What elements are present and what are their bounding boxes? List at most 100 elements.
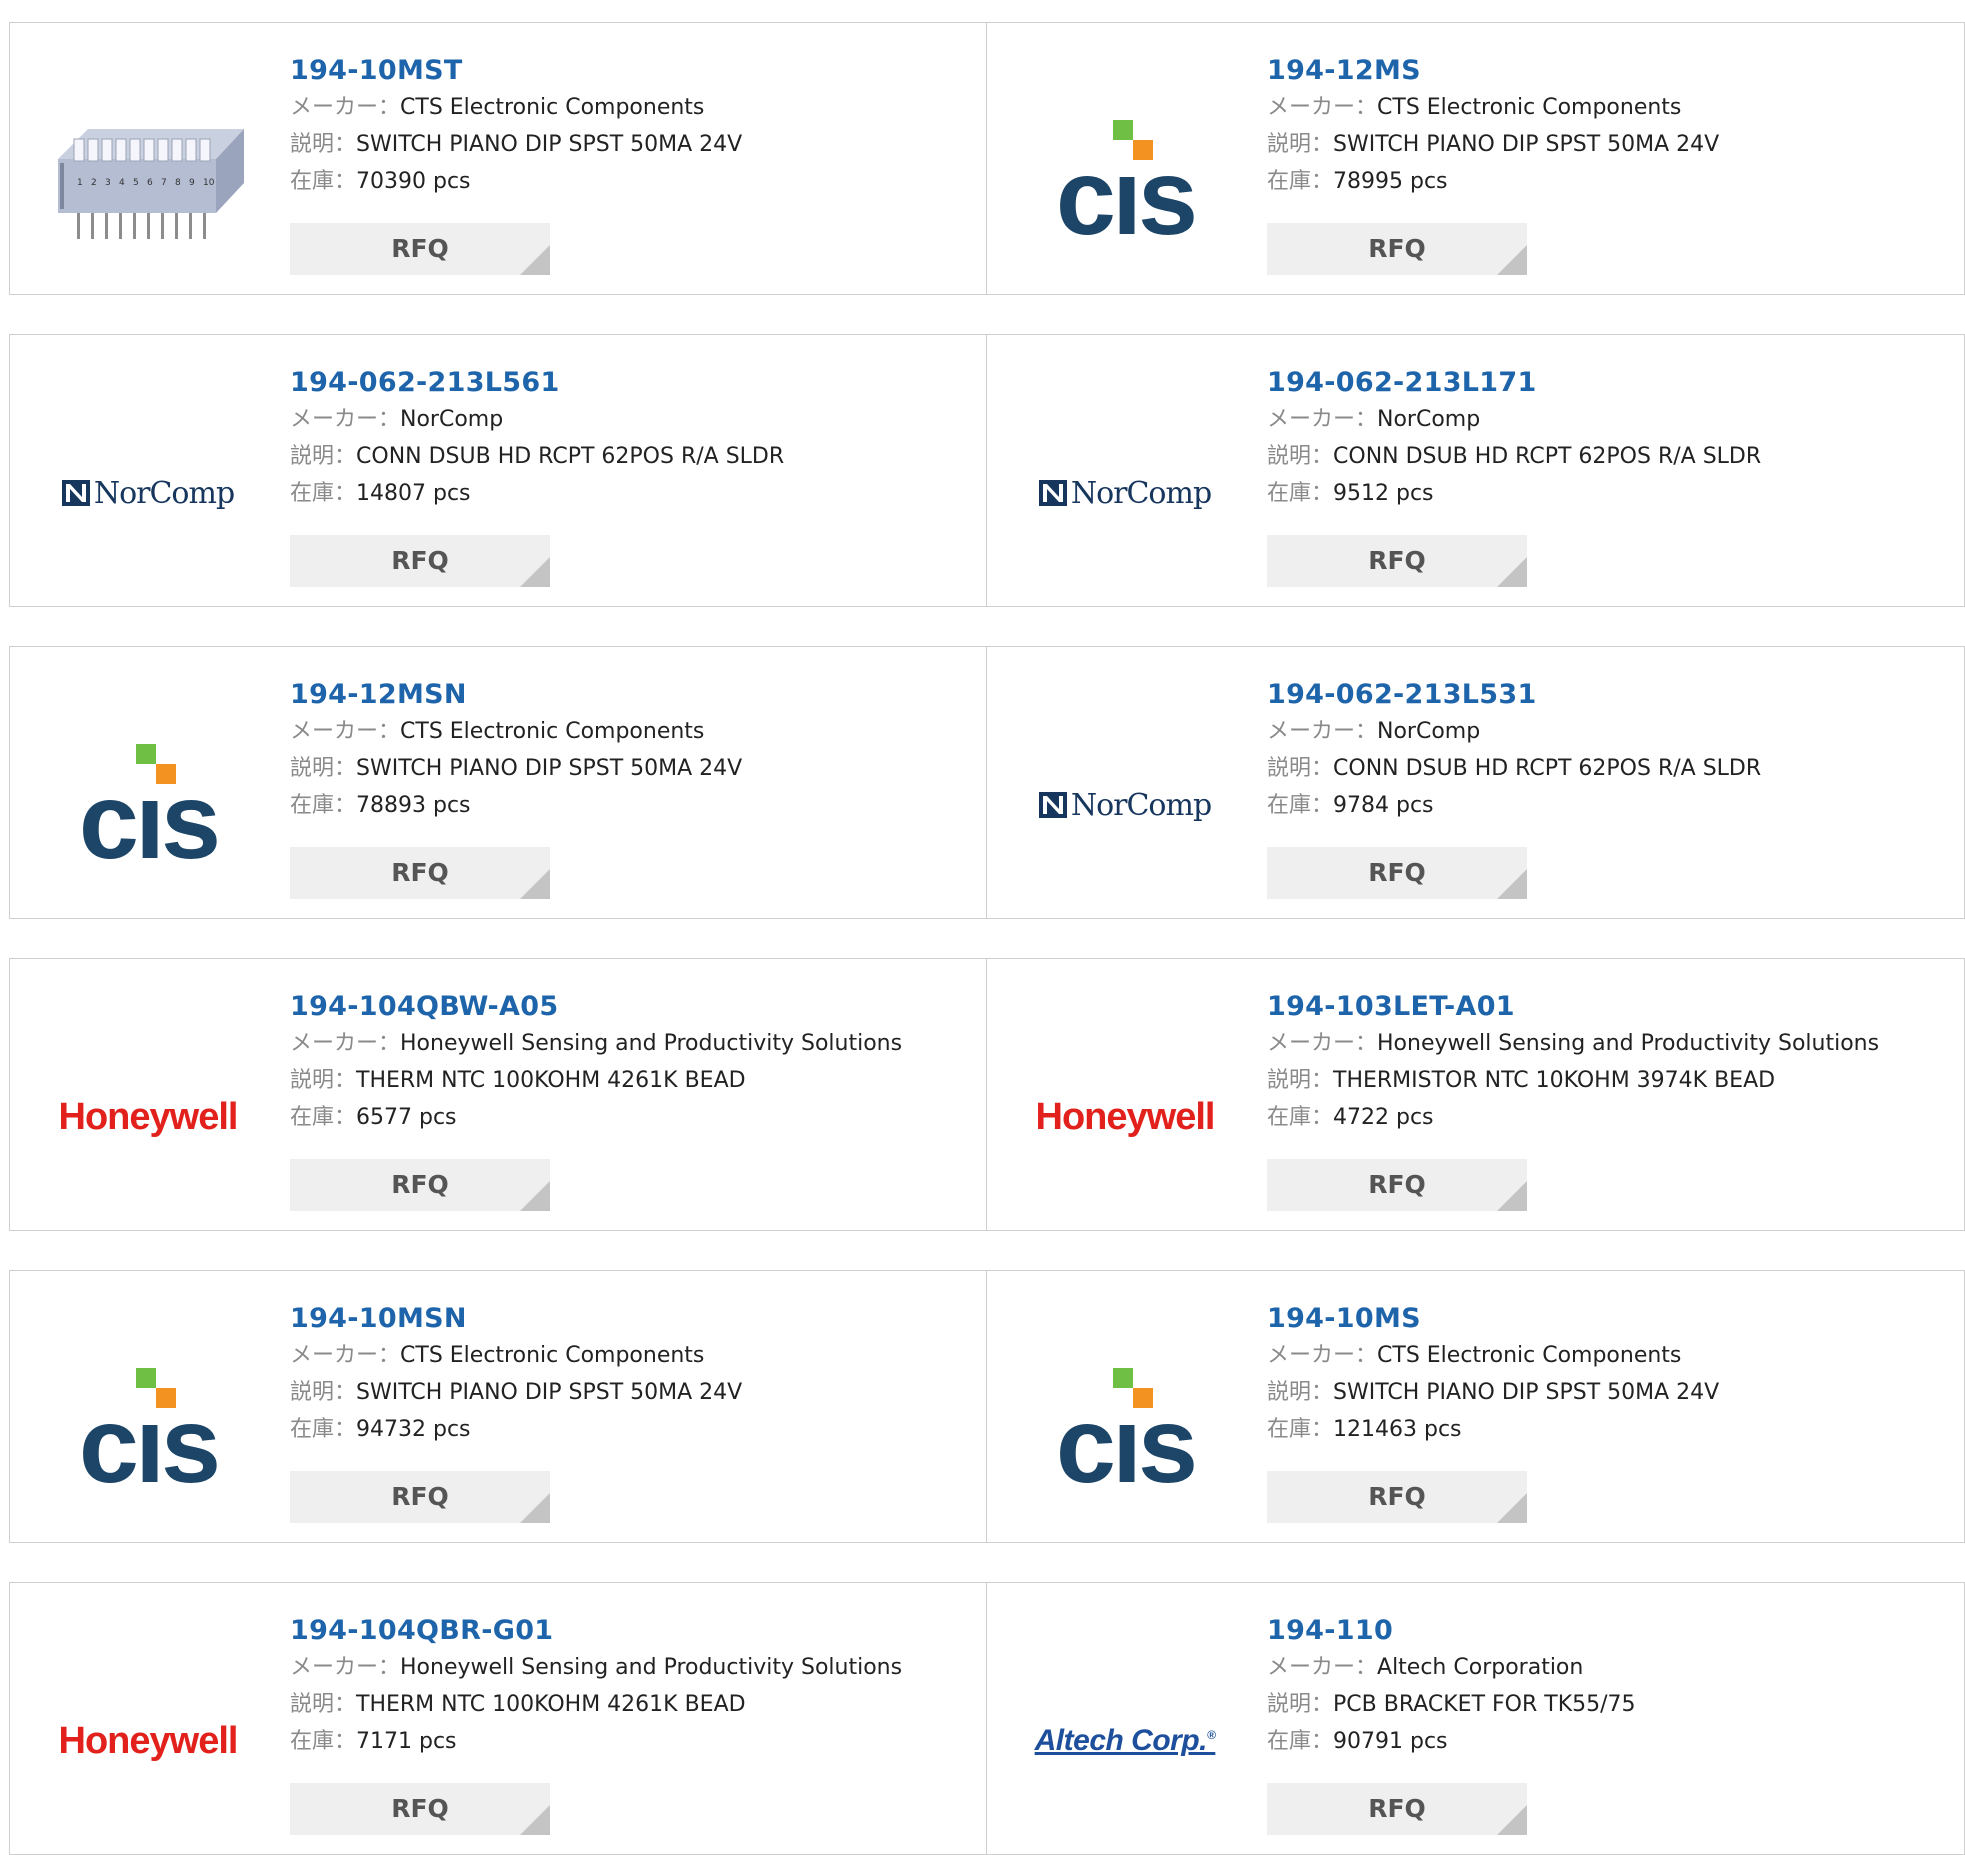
description-value: CONN DSUB HD RCPT 62POS R/A SLDR [1333,444,1762,469]
part-number-link[interactable]: 194-062-213L561 [290,365,976,401]
part-number-link[interactable]: 194-12MSN [290,677,976,713]
rfq-button[interactable]: RFQ [290,1471,550,1523]
description-row: 説明：SWITCH PIANO DIP SPST 50MA 24V [1267,1374,1954,1411]
rfq-button[interactable]: RFQ [1267,1159,1527,1211]
part-number-link[interactable]: 194-12MS [1267,53,1954,89]
manufacturer-value: Honeywell Sensing and Productivity Solut… [400,1031,903,1056]
product-image[interactable]: NorComp [1025,393,1225,593]
product-image[interactable]: NorComp [48,393,248,593]
manufacturer-label: メーカー： [290,719,401,744]
rfq-button[interactable]: RFQ [1267,847,1527,899]
product-card: Honeywell 194-104QBR-G01 メーカー：Honeywell Se… [9,1582,987,1855]
product-row: NorComp 194-062-213L561 メーカー：NorComp 説明：CON… [9,334,1965,607]
product-image[interactable]: NorComp [1025,705,1225,905]
manufacturer-value: Altech Corporation [1377,1655,1584,1680]
description-row: 説明：SWITCH PIANO DIP SPST 50MA 24V [290,1374,976,1411]
description-label: 説明： [290,1380,357,1405]
svg-text:cıs: cıs [79,1384,217,1494]
svg-text:cıs: cıs [79,760,217,870]
description-label: 説明： [290,132,357,157]
part-number-link[interactable]: 194-10MS [1267,1301,1954,1337]
dip-switch-photo: 1 2 3 4 5 6 7 8 9 10 [58,129,244,239]
product-info: 194-104QBR-G01 メーカー：Honeywell Sensing and… [290,1613,976,1760]
stock-value: 121463 pcs [1333,1417,1462,1442]
svg-text:2: 2 [91,178,97,188]
product-image[interactable]: cıs [48,1329,248,1529]
product-image[interactable]: Honeywell [1025,1017,1225,1217]
product-info: 194-12MS メーカー：CTS Electronic Components 説明… [1267,53,1954,200]
norcomp-mark-icon [1038,792,1067,818]
stock-row: 在庫：94732 pcs [290,1411,976,1448]
stock-row: 在庫：6577 pcs [290,1099,976,1136]
cts-logo: cıs [1056,120,1198,246]
svg-text:8: 8 [175,178,181,188]
manufacturer-label: メーカー： [1267,1343,1378,1368]
product-image[interactable]: Honeywell [48,1641,248,1841]
product-image[interactable]: Honeywell [48,1017,248,1217]
part-number-link[interactable]: 194-104QBW-A05 [290,989,976,1025]
part-number-link[interactable]: 194-103LET-A01 [1267,989,1954,1025]
product-image[interactable]: Altech Corp.® [1025,1641,1225,1841]
description-label: 説明： [1267,1692,1334,1717]
stock-label: 在庫： [290,1417,357,1442]
description-label: 説明： [1267,1068,1334,1093]
cts-logo: cıs [79,1368,221,1494]
altech-logo: Altech Corp.® [1035,1724,1216,1758]
stock-value: 78995 pcs [1333,169,1448,194]
svg-text:4: 4 [119,178,125,188]
rfq-button[interactable]: RFQ [1267,1471,1527,1523]
manufacturer-row: メーカー：CTS Electronic Components [290,713,976,750]
product-row: Honeywell 194-104QBW-A05 メーカー：Honeywell Se… [9,958,1965,1231]
rfq-button[interactable]: RFQ [1267,1783,1527,1835]
manufacturer-row: メーカー：CTS Electronic Components [290,1337,976,1374]
manufacturer-label: メーカー： [290,1655,401,1680]
manufacturer-value: CTS Electronic Components [1377,95,1682,120]
rfq-button[interactable]: RFQ [290,223,550,275]
product-image[interactable]: 1 2 3 4 5 6 7 8 9 10 [48,81,248,281]
rfq-button[interactable]: RFQ [290,1783,550,1835]
svg-text:6: 6 [147,178,153,188]
manufacturer-label: メーカー： [290,95,401,120]
part-number-link[interactable]: 194-10MSN [290,1301,976,1337]
stock-label: 在庫： [290,481,357,506]
norcomp-wordmark: NorComp [1070,787,1212,823]
rfq-button[interactable]: RFQ [290,847,550,899]
rfq-button[interactable]: RFQ [1267,223,1527,275]
description-value: PCB BRACKET FOR TK55/75 [1333,1692,1636,1717]
description-label: 説明： [290,756,357,781]
rfq-button[interactable]: RFQ [290,535,550,587]
part-number-link[interactable]: 194-062-213L531 [1267,677,1954,713]
product-image[interactable]: cıs [1025,81,1225,281]
part-number-link[interactable]: 194-104QBR-G01 [290,1613,976,1649]
svg-text:9: 9 [189,178,195,188]
stock-row: 在庫：9512 pcs [1267,475,1954,512]
norcomp-logo: NorComp [61,476,235,511]
svg-text:5: 5 [133,178,139,188]
description-row: 説明：PCB BRACKET FOR TK55/75 [1267,1686,1954,1723]
stock-label: 在庫： [1267,1729,1334,1754]
manufacturer-label: メーカー： [1267,95,1378,120]
stock-row: 在庫：4722 pcs [1267,1099,1954,1136]
part-number-link[interactable]: 194-062-213L171 [1267,365,1954,401]
description-label: 説明： [1267,132,1334,157]
rfq-button[interactable]: RFQ [1267,535,1527,587]
stock-label: 在庫： [1267,481,1334,506]
manufacturer-row: メーカー：Altech Corporation [1267,1649,1954,1686]
rfq-button[interactable]: RFQ [290,1159,550,1211]
product-info: 194-062-213L531 メーカー：NorComp 説明：CONN DSUB … [1267,677,1954,824]
product-card: cıs 194-12MSN メーカー：CTS Electronic Componen… [9,646,987,919]
manufacturer-label: メーカー： [1267,1655,1378,1680]
product-image[interactable]: cıs [1025,1329,1225,1529]
part-number-link[interactable]: 194-10MST [290,53,976,89]
manufacturer-value: CTS Electronic Components [400,1343,705,1368]
description-value: SWITCH PIANO DIP SPST 50MA 24V [1333,1380,1720,1405]
product-image[interactable]: cıs [48,705,248,905]
stock-label: 在庫： [290,793,357,818]
manufacturer-value: NorComp [1377,719,1481,744]
description-value: THERMISTOR NTC 10KOHM 3974K BEAD [1333,1068,1776,1093]
stock-row: 在庫：121463 pcs [1267,1411,1954,1448]
honeywell-logo: Honeywell [58,1719,239,1762]
product-card: NorComp 194-062-213L171 メーカー：NorComp 説明：CON… [987,334,1965,607]
part-number-link[interactable]: 194-110 [1267,1613,1954,1649]
description-value: SWITCH PIANO DIP SPST 50MA 24V [356,132,743,157]
